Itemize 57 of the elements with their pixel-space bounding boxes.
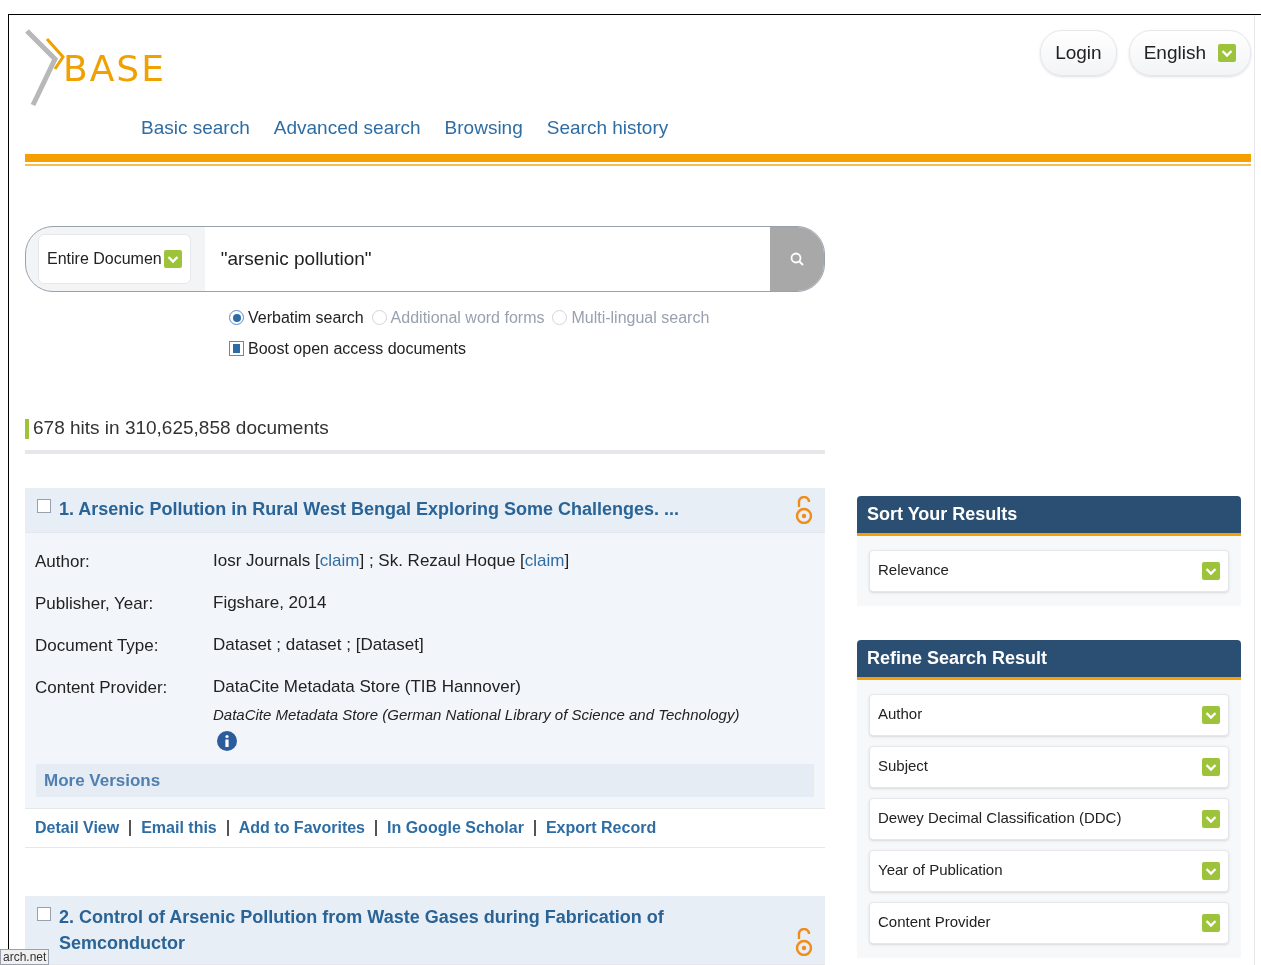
chevron-down-icon [1202,561,1220,580]
chevron-down-icon [1202,757,1220,776]
field-value: DataCite Metadata Store (TIB Hannover) [213,675,523,698]
facet-dropdown[interactable]: Subject [869,745,1229,788]
claim-link[interactable]: claim [524,550,565,570]
field-value: Dataset ; dataset ; [Dataset] [213,633,424,656]
search-icon [790,251,804,266]
chevron-down-icon [1218,44,1236,62]
search-input[interactable]: "arsenic pollution" [204,226,770,291]
field-label: Publisher, Year: [35,592,155,615]
field-label: Document Type: [35,634,160,657]
result-checkbox[interactable] [37,498,51,513]
result-title-link[interactable]: 2. Control of Arsenic Pollution from Waste Gases during Fabrication of Semconductor [59,904,787,956]
separator-icon [375,820,377,836]
status-tooltip: arch.net [0,949,50,965]
separator-icon [226,820,229,836]
panel-header: Sort Your Results [857,495,1241,536]
field-value: Figshare, 2014 [213,591,327,614]
chevron-down-icon [1202,913,1220,932]
chevron-down-icon [1202,705,1220,724]
login-button[interactable]: Login [1040,30,1117,76]
field-value: Iosr Journals [claim] ; Sk. Rezaul Hoque [claim] [213,549,570,572]
nav-link[interactable]: Advanced search [273,114,421,143]
panel-header: Refine Search Result [857,639,1241,680]
boost-checkbox[interactable]: Boost open access documents [229,337,466,360]
scope-dropdown[interactable]: Entire Documen [38,233,191,284]
sort-dropdown[interactable]: Relevance [869,549,1229,592]
facet-dropdown[interactable]: Author [869,693,1229,736]
facet-dropdown[interactable]: Dewey Decimal Classification (DDC) [869,797,1229,840]
logo-text: BASE [63,47,166,91]
separator-icon [129,820,132,836]
language-dropdown[interactable]: English [1128,30,1251,76]
search-button[interactable] [770,226,824,291]
facet-dropdown[interactable]: Year of Publication [869,849,1229,892]
action-link[interactable]: Export Record [545,816,657,840]
more-versions-link[interactable]: More Versions [35,762,815,798]
field-value: DataCite Metadata Store (German National Library of Science and Technology) [213,704,740,725]
chevron-logo-icon [25,29,65,109]
search-mode-radio[interactable]: Verbatim search [229,305,364,330]
claim-link[interactable]: claim [319,550,360,570]
chevron-down-icon [1202,809,1220,828]
field-label: Author: [35,550,91,573]
chevron-down-icon [163,249,182,268]
action-link[interactable]: In Google Scholar [387,816,524,840]
result-checkbox[interactable] [37,907,51,921]
nav-link[interactable]: Browsing [444,114,523,143]
nav-link[interactable]: Basic search [141,114,250,143]
action-link[interactable]: Email this [141,816,217,840]
chevron-down-icon [1202,861,1220,880]
facet-dropdown[interactable]: Content Provider [869,901,1229,944]
result-title-link[interactable]: 1. Arsenic Pollution in Rural West Bengal Exploring Some Challenges. ... [59,495,787,522]
separator-icon [533,820,536,836]
hit-count: 678 hits in 310,625,858 documents [33,416,329,441]
action-link[interactable]: Detail View [35,816,120,840]
action-link[interactable]: Add to Favorites [238,816,365,840]
field-label: Content Provider: [35,676,169,699]
nav-link[interactable]: Search history [546,114,669,143]
